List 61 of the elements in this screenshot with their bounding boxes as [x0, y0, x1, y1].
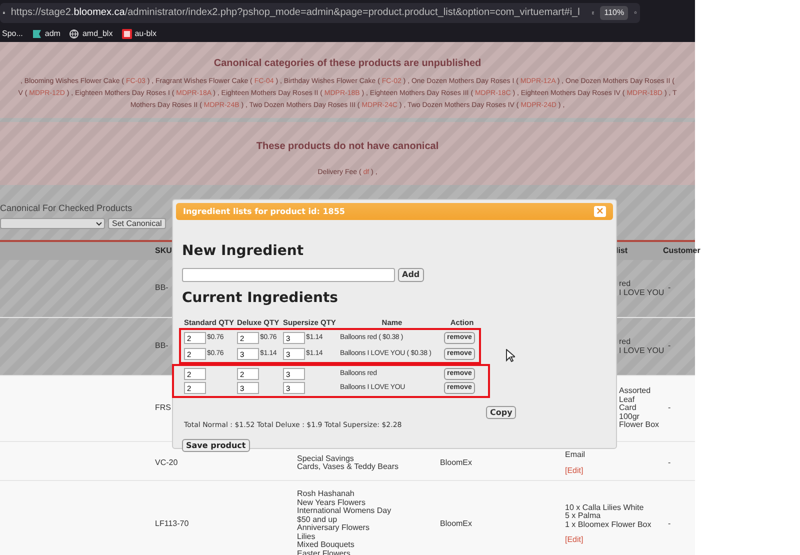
sku-text: BB-	[155, 284, 168, 293]
manufacturer-text: BloomEx	[440, 458, 472, 468]
section-heading: New Ingredient	[182, 243, 305, 260]
bookmark-link[interactable]: adm	[44, 28, 60, 40]
copy-button[interactable]: Copy	[486, 406, 516, 419]
zoom-badge[interactable]: 110%	[600, 6, 628, 20]
banner-title: Canonical categories of these products are unpublished	[214, 59, 482, 69]
add-button[interactable]: Add	[398, 268, 424, 282]
set-canonical-button[interactable]: Set Canonical	[108, 218, 166, 229]
customer-text: -	[668, 284, 671, 293]
sku-text: LF113-70	[155, 520, 189, 528]
square-icon	[122, 28, 132, 38]
sku-text: BB-	[155, 342, 168, 351]
category-text: Rosh Hashanah	[297, 490, 356, 498]
canonical-label: Canonical For Checked Products	[0, 203, 132, 213]
url-text: https://stage2.bloomex.ca/administrator/index2.php?pshop_mode=admin&page=product.product_list&option=com_virtuemart#i_l	[10, 6, 580, 20]
manufacturer-text: BloomEx	[440, 520, 472, 528]
sku-text: FRS	[155, 404, 171, 413]
category-text: Special Savings	[297, 454, 355, 463]
ingredient-text: 1 x Bloomex Flower Box	[565, 520, 652, 529]
ingredient-text: 10 x Calla Lilies White	[565, 504, 645, 512]
flag-icon	[32, 28, 42, 38]
bookmark-link[interactable]: au-blx	[134, 28, 157, 40]
banner-title: These products do not have canonical	[256, 142, 439, 152]
ingredient-text: red	[619, 280, 632, 288]
bookmark-link[interactable]: Spo...	[2, 28, 23, 40]
sku-text: VC-20	[155, 458, 178, 468]
mouse-cursor-icon	[506, 349, 515, 362]
category-text: International Womens Day	[297, 507, 392, 516]
section-heading: Current Ingredients	[182, 290, 339, 307]
ingredient-text: I LOVE YOU	[619, 288, 663, 297]
edit-link[interactable]: [Edit]	[565, 466, 584, 475]
ingredient-text: I LOVE YOU	[619, 346, 663, 355]
customer-text: -	[668, 520, 671, 528]
customer-text: -	[668, 404, 671, 413]
category-select[interactable]	[0, 218, 105, 229]
address-bar[interactable]: https://stage2.bloomex.ca/administrator/index2.php?pshop_mode=admin&page=product.product_list&option=com_virtuemart#i_l 110%	[0, 2, 640, 22]
category-text: Mixed Bouquets	[297, 541, 356, 550]
ingredient-text: red	[619, 338, 632, 346]
bookmark-link[interactable]: amd_blx	[82, 28, 113, 40]
category-text: Cards, Vases & Teddy Bears	[297, 463, 400, 472]
dialog-title: Ingredient lists for product id: 1855	[183, 206, 345, 218]
column-header: SKU	[155, 245, 172, 257]
customer-text: -	[668, 342, 671, 351]
save-button[interactable]: Save product	[182, 439, 250, 452]
ingredient-text: Card	[619, 404, 638, 413]
category-text: Lilies	[297, 532, 316, 541]
ingredient-text: 5 x Palma	[565, 512, 602, 520]
ingredient-text: Leaf	[619, 396, 636, 404]
globe-icon	[69, 28, 80, 38]
ingredient-input[interactable]	[182, 268, 395, 282]
edit-link[interactable]: [Edit]	[565, 536, 584, 544]
ingredient-text: 100gr	[619, 412, 640, 421]
customer-text: -	[668, 458, 671, 468]
chevron-icon	[96, 222, 102, 226]
ingredient-text: Flower Box	[619, 421, 660, 430]
ingredient-text: Email	[565, 451, 586, 460]
category-text: Anniversary Flowers	[297, 524, 370, 532]
category-text: New Years Flowers	[297, 498, 366, 507]
ingredient-text: Assorted	[619, 387, 652, 396]
category-text: $50 and up	[297, 516, 338, 524]
